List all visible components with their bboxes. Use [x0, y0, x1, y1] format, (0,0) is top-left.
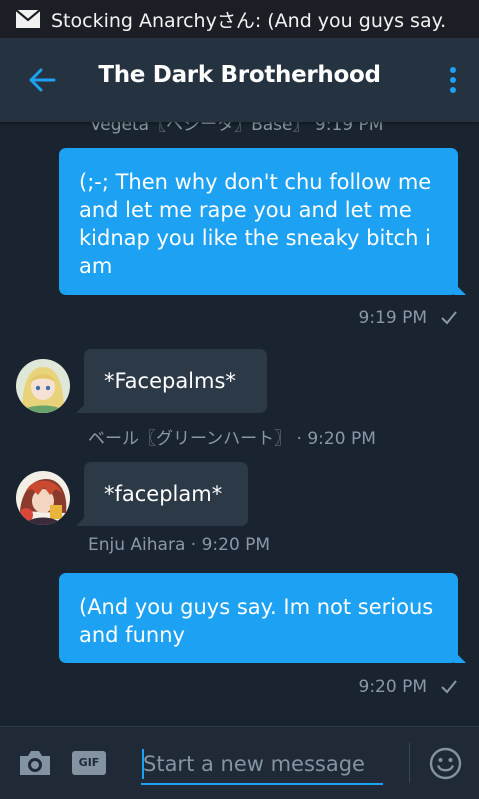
- message-text: (And you guys say. Im not serious and fu…: [79, 595, 434, 647]
- incoming-message-bubble[interactable]: *faceplam*: [76, 462, 248, 526]
- composer-divider: [409, 743, 410, 783]
- gif-button[interactable]: GIF: [72, 751, 106, 775]
- message-list[interactable]: Vegeta〖ベジータ〗Base〗 9:19 PM (;-; Then why …: [0, 122, 479, 726]
- text-caret: [142, 749, 144, 779]
- dm-screen: Stocking Anarchyさん: (And you guys say. T…: [0, 0, 479, 799]
- message-meta: ベール〖グリーンハート〗 · 9:20 PM: [88, 429, 376, 449]
- conversation-title: The Dark Brotherhood: [98, 62, 381, 88]
- avatar-image: [16, 359, 70, 413]
- avatar[interactable]: [16, 359, 70, 413]
- message-input[interactable]: [141, 745, 383, 785]
- outgoing-message-bubble[interactable]: (And you guys say. Im not serious and fu…: [59, 573, 466, 663]
- outgoing-message-bubble[interactable]: (;-; Then why don't chu follow me and le…: [59, 148, 466, 295]
- sent-check-icon: [441, 311, 457, 325]
- sent-check-icon: [441, 680, 457, 694]
- camera-icon[interactable]: [18, 749, 52, 777]
- message-text: (;-; Then why don't chu follow me and le…: [79, 170, 432, 278]
- overflow-menu-icon[interactable]: [447, 66, 459, 94]
- mail-icon: [16, 10, 40, 28]
- message-text: *Facepalms*: [104, 369, 236, 393]
- message-time: 9:20 PM: [358, 677, 428, 697]
- emoji-icon[interactable]: [429, 747, 462, 780]
- app-header: The Dark Brotherhood: [0, 38, 479, 122]
- message-meta: Vegeta〖ベジータ〗Base〗 9:19 PM: [90, 122, 384, 135]
- message-meta: 9:19 PM: [359, 308, 458, 328]
- message-meta: Enju Aihara · 9:20 PM: [88, 535, 271, 555]
- message-text: *faceplam*: [104, 482, 223, 506]
- message-meta: 9:20 PM: [359, 677, 458, 697]
- notification-text: Stocking Anarchyさん: (And you guys say.: [51, 9, 447, 32]
- status-bar: Stocking Anarchyさん: (And you guys say.: [0, 0, 479, 38]
- avatar[interactable]: [16, 471, 70, 525]
- avatar-image: [16, 471, 70, 525]
- message-composer: GIF: [0, 726, 479, 799]
- message-time: 9:19 PM: [358, 308, 428, 328]
- incoming-message-bubble[interactable]: *Facepalms*: [76, 349, 267, 413]
